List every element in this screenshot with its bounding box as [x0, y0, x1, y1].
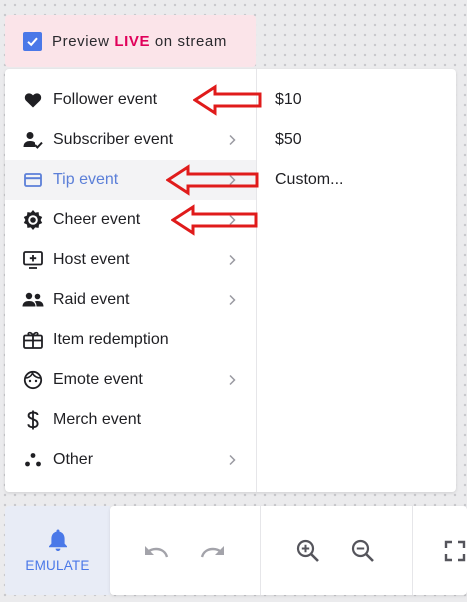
cheer-gear-icon	[22, 209, 44, 231]
menu-item-merch-event[interactable]: Merch event	[5, 400, 256, 440]
zoom-in-button[interactable]	[293, 536, 323, 566]
monitor-plus-icon	[22, 249, 44, 271]
menu-item-label: Item redemption	[53, 331, 169, 348]
menu-item-label: Cheer event	[53, 211, 141, 228]
annotation-arrow-follower	[193, 84, 262, 116]
submenu-item-custom[interactable]: Custom...	[257, 160, 456, 200]
menu-item-label: Emote event	[53, 371, 143, 388]
heart-icon	[22, 89, 44, 111]
emulate-label: EMULATE	[25, 558, 90, 573]
menu-item-label: Follower event	[53, 91, 158, 108]
emulate-button[interactable]: EMULATE	[5, 506, 110, 595]
chevron-right-icon	[229, 254, 236, 266]
group-icon	[22, 289, 44, 311]
dollar-icon	[22, 409, 44, 431]
card-icon	[22, 169, 44, 191]
menu-item-subscriber-event[interactable]: Subscriber event	[5, 120, 256, 160]
bell-icon	[48, 529, 67, 551]
chevron-right-icon	[229, 294, 236, 306]
event-list: Follower event Subscriber event Tip even…	[5, 80, 256, 480]
gift-card-icon	[22, 329, 44, 351]
toolbar-divider	[260, 506, 261, 595]
chevron-right-icon	[229, 134, 236, 146]
menu-item-label: Raid event	[53, 291, 130, 308]
undo-button[interactable]	[142, 536, 172, 566]
fullscreen-icon	[444, 540, 466, 562]
annotation-arrow-tip	[166, 164, 259, 196]
menu-item-label: Subscriber event	[53, 131, 174, 148]
preview-label-suffix: on stream	[150, 32, 227, 50]
menu-item-label: Merch event	[53, 411, 142, 428]
redo-icon	[200, 546, 224, 558]
menu-item-raid-event[interactable]: Raid event	[5, 280, 256, 320]
preview-label: Preview LIVE on stream	[52, 33, 227, 50]
menu-item-label: Other	[53, 451, 94, 468]
face-icon	[22, 369, 44, 391]
preview-checkbox[interactable]	[23, 31, 42, 51]
submenu-item-50[interactable]: $50	[257, 120, 456, 160]
canvas-toolbar	[110, 506, 467, 595]
annotation-arrow-cheer	[171, 204, 258, 236]
chevron-right-icon	[229, 454, 236, 466]
dots-icon	[22, 449, 44, 471]
menu-item-other[interactable]: Other	[5, 440, 256, 480]
redo-button[interactable]	[197, 536, 227, 566]
undo-icon	[145, 546, 169, 558]
event-menu: Follower event Subscriber event Tip even…	[5, 69, 456, 492]
zoom-out-button[interactable]	[348, 536, 378, 566]
preview-live-toggle[interactable]: Preview LIVE on stream	[5, 15, 256, 67]
fullscreen-button[interactable]	[444, 536, 467, 566]
menu-item-label: Host event	[53, 251, 130, 268]
tip-amount-submenu: $10 $50 Custom...	[257, 80, 456, 200]
preview-label-live: LIVE	[114, 32, 151, 50]
menu-item-host-event[interactable]: Host event	[5, 240, 256, 280]
menu-item-label: Tip event	[53, 171, 119, 188]
chevron-right-icon	[229, 374, 236, 386]
zoom-out-icon	[351, 539, 374, 562]
zoom-in-icon	[296, 539, 319, 562]
submenu-item-10[interactable]: $10	[257, 80, 456, 120]
preview-label-prefix: Preview	[52, 32, 115, 50]
person-check-icon	[22, 129, 44, 151]
checkmark-icon	[27, 37, 38, 46]
menu-item-emote-event[interactable]: Emote event	[5, 360, 256, 400]
toolbar-divider	[412, 506, 413, 595]
menu-item-item-redemption[interactable]: Item redemption	[5, 320, 256, 360]
